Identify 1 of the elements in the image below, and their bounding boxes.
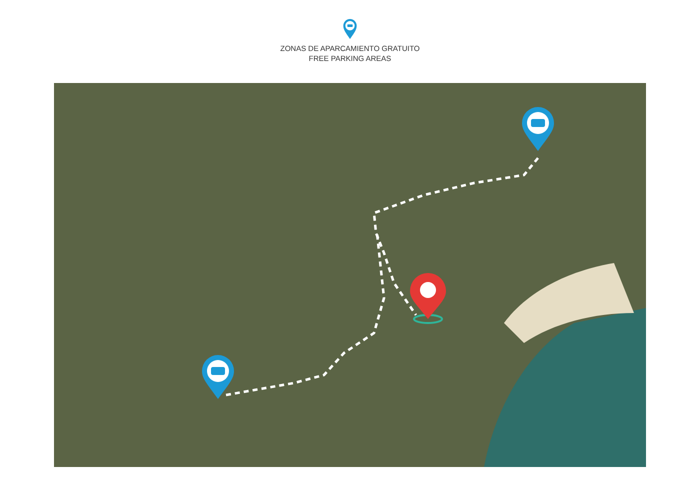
parking-pin-icon: [342, 18, 358, 40]
